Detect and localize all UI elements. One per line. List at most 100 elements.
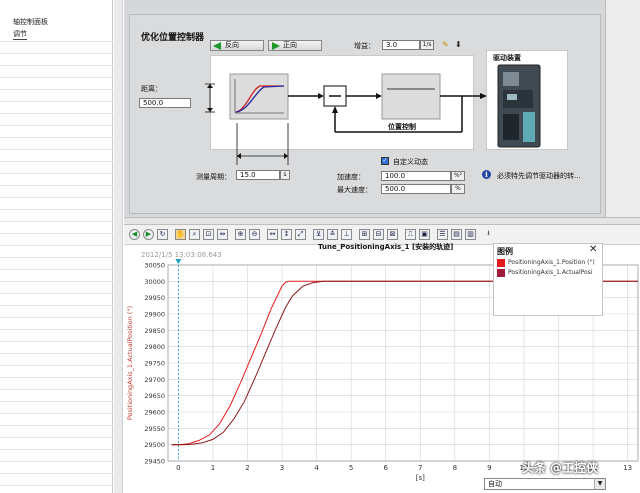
forward-label: 正向 <box>283 41 297 49</box>
reverse-button[interactable]: 反向 <box>210 40 264 51</box>
y-tick-label: 29950 <box>144 294 165 302</box>
pane-splitter[interactable] <box>124 217 640 225</box>
gain-label: 增益： <box>354 42 375 50</box>
acceleration-field[interactable]: 100.0 <box>381 171 451 181</box>
zoom-in-icon[interactable]: ⊕ <box>235 229 246 240</box>
y-tick-label: 29900 <box>144 311 165 319</box>
legend-label: PositioningAxis_1.Position (°) <box>508 259 595 266</box>
gain-field[interactable]: 3.0 <box>382 40 420 50</box>
max-speed-field[interactable]: 500.0 <box>381 184 451 194</box>
x-tick-label: 7 <box>418 464 422 472</box>
max-speed-unit: % <box>451 184 465 194</box>
columns-icon[interactable]: ▥ <box>465 229 476 240</box>
fit-all-icon[interactable]: ⤢ <box>295 229 306 240</box>
zoom-out-icon[interactable]: ⊖ <box>249 229 260 240</box>
cursor-h-icon[interactable]: ⊟ <box>373 229 384 240</box>
x-tick-label: 3 <box>280 464 284 472</box>
x-tick-label: 4 <box>314 464 319 472</box>
zoom-x-icon[interactable]: ⇔ <box>217 229 228 240</box>
scale-mode-select[interactable]: 自动 <box>484 478 606 490</box>
y-tick-label: 30000 <box>144 278 165 286</box>
profile-block <box>229 73 289 120</box>
legend-swatch-0 <box>497 258 505 267</box>
distance-field[interactable]: 500.0 <box>139 98 191 108</box>
y-tick-label: 29450 <box>144 458 165 466</box>
y-tick-label: 29550 <box>144 425 165 433</box>
legend-list: PositioningAxis_1.Position (°) Positioni… <box>497 258 601 278</box>
pan-icon[interactable]: ✋ <box>175 229 186 240</box>
custom-dynamic-label: 自定义动态 <box>393 158 428 166</box>
back-icon[interactable]: ◀ <box>129 229 140 240</box>
y-tick-label: 29850 <box>144 327 165 335</box>
max-speed-label: 最大速度： <box>337 186 372 194</box>
zoom-select-icon[interactable]: ⌕ <box>189 229 200 240</box>
position-control-label: 位置控制 <box>388 123 416 131</box>
arrow-right-icon <box>272 42 280 50</box>
drive-device-icon <box>497 64 541 148</box>
measure-icon[interactable]: ⎍ <box>405 229 416 240</box>
measure-period-label: 测量周期： <box>196 173 231 181</box>
distance-label: 距离： <box>141 85 162 93</box>
position-controller-block <box>381 73 441 120</box>
zoom-box-icon[interactable]: ⊡ <box>203 229 214 240</box>
y-axis-label: PositioningAxis_1.ActualPosition (°) <box>126 306 134 420</box>
close-icon[interactable]: ✕ <box>589 244 597 255</box>
x-tick-label: 9 <box>487 464 491 472</box>
gain-unit: 1/s <box>420 40 434 50</box>
acceleration-label: 加速度： <box>337 173 365 181</box>
y-tick-label: 30050 <box>144 262 165 270</box>
x-tick-label: 0 <box>176 464 180 472</box>
y-tick-label: 29750 <box>144 360 165 368</box>
legend-item[interactable]: PositioningAxis_1.ActualPosi <box>497 268 601 278</box>
drive-label: 驱动装置 <box>493 54 521 62</box>
acceleration-unit: %² <box>451 171 465 181</box>
y-tick-label: 29650 <box>144 392 165 400</box>
legend-title: 图例 <box>497 247 513 256</box>
measure-period-field[interactable]: 15.0 <box>236 170 280 180</box>
axis-control-panel-item[interactable]: 轴控制面板 <box>13 17 48 27</box>
y-tick-label: 29700 <box>144 376 165 384</box>
download-icon[interactable]: ⬇ <box>455 40 462 49</box>
fit-x-icon[interactable]: ↔ <box>267 229 278 240</box>
forward-icon[interactable]: ▶ <box>143 229 154 240</box>
legend-label: PositioningAxis_1.ActualPosi <box>508 269 593 276</box>
y-tick-label: 29800 <box>144 343 165 351</box>
arrow-left-icon <box>213 42 221 50</box>
info-icon: i <box>482 170 491 179</box>
export-icon[interactable]: ⭳ <box>483 229 494 240</box>
reverse-label: 反向 <box>225 41 239 49</box>
panel-scroll-area <box>606 0 640 225</box>
forward-button[interactable]: 正向 <box>268 40 322 51</box>
chevron-down-icon[interactable]: ▼ <box>594 479 605 489</box>
x-tick-label: 2 <box>245 464 249 472</box>
splitter[interactable] <box>114 0 123 493</box>
tune-item[interactable]: 调节 <box>13 29 27 40</box>
list-icon[interactable]: ☰ <box>437 229 448 240</box>
legend-item[interactable]: PositioningAxis_1.Position (°) <box>497 258 601 268</box>
y-tick-label: 29600 <box>144 409 165 417</box>
project-tree-pane <box>0 0 113 493</box>
snapshot-icon[interactable]: ▣ <box>419 229 430 240</box>
pencil-icon[interactable]: ✎ <box>442 40 449 49</box>
measure-period-unit: s <box>280 170 290 180</box>
fit-y-icon[interactable]: ↕ <box>281 229 292 240</box>
x-tick-label: 6 <box>383 464 388 472</box>
legend-swatch-1 <box>497 268 505 277</box>
control-diagram-graphic <box>205 73 487 165</box>
y-tick-label: 29500 <box>144 441 165 449</box>
cursor-marker <box>175 259 182 264</box>
axis-icon[interactable]: ⊥ <box>341 229 352 240</box>
cursor-v-icon[interactable]: ⊞ <box>359 229 370 240</box>
panel-title: 优化位置控制器 <box>141 33 205 43</box>
x-tick-label: 8 <box>453 464 457 472</box>
refresh-icon[interactable]: ↻ <box>157 229 168 240</box>
watermark: 头条 @工控侠 <box>522 461 599 475</box>
custom-dynamic-checkbox[interactable]: ✓ <box>381 157 389 165</box>
info-text: 必须特先调节驱动器的转... <box>497 172 581 180</box>
x-tick-label: 13 <box>623 464 632 472</box>
table-icon[interactable]: ▤ <box>451 229 462 240</box>
x-tick-label: 5 <box>349 464 353 472</box>
scale-icon[interactable]: ⊻ <box>313 229 324 240</box>
signal-icon[interactable]: ≛ <box>327 229 338 240</box>
cursor-both-icon[interactable]: ⊠ <box>387 229 398 240</box>
